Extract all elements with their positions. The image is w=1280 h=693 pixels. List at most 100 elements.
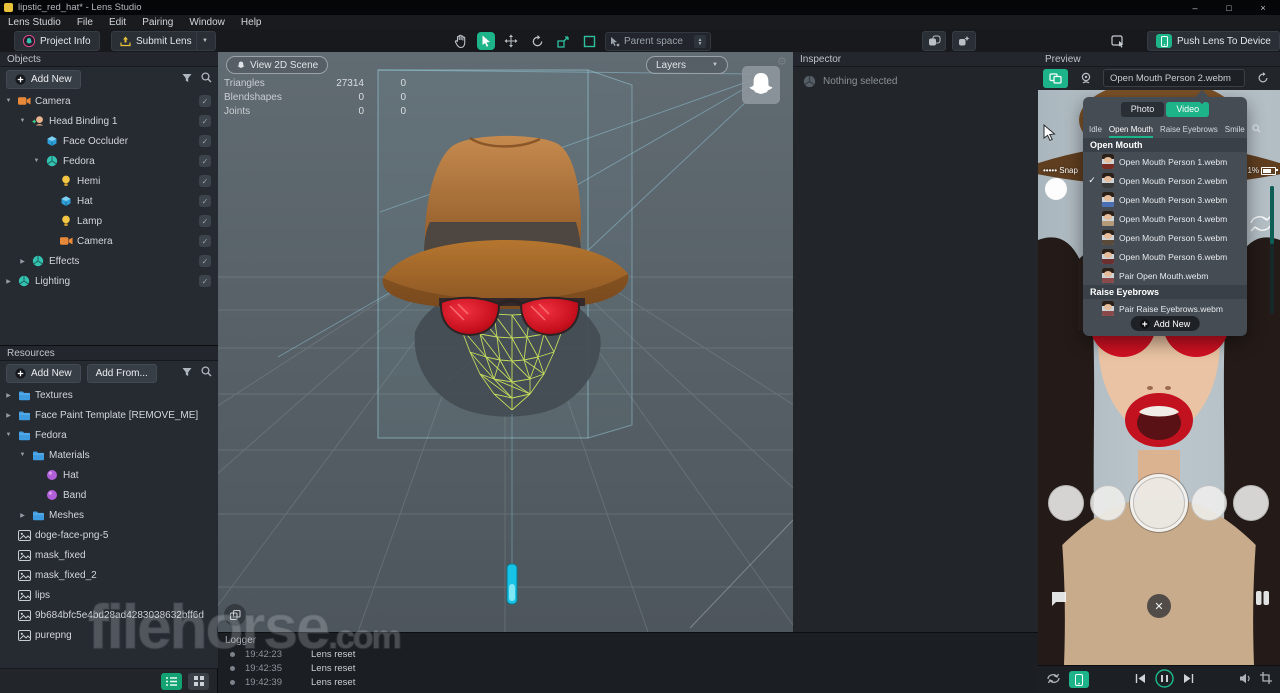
tree-item-9b684bfc5e4bd28ad4283038632bff6d[interactable]: 9b684bfc5e4bd28ad4283038632bff6d xyxy=(0,605,218,625)
category-tab-smile[interactable]: Smile xyxy=(1225,121,1245,138)
resources-add-from-button[interactable]: Add From... xyxy=(86,363,157,383)
tree-item-effects[interactable]: ▶ Effects ✓ xyxy=(0,251,218,271)
visibility-toggle[interactable]: ✓ xyxy=(199,215,211,227)
expand-arrow[interactable]: ▶ xyxy=(18,512,27,519)
source-item-open-mouth-person-2-webm[interactable]: ✓ Open Mouth Person 2.webm xyxy=(1083,171,1247,190)
tree-item-lighting[interactable]: ▶ Lighting ✓ xyxy=(0,271,218,291)
visibility-toggle[interactable]: ✓ xyxy=(199,255,211,267)
fit-crop-icon[interactable] xyxy=(1260,672,1272,687)
preview-scrollbar[interactable] xyxy=(1270,186,1274,314)
resources-add-new-button[interactable]: Add New xyxy=(6,363,81,383)
visibility-toggle[interactable]: ✓ xyxy=(199,275,211,287)
tree-item-hemi[interactable]: Hemi ✓ xyxy=(0,171,218,191)
expand-arrow[interactable]: ▼ xyxy=(4,432,13,438)
tree-item-band[interactable]: Band xyxy=(0,485,218,505)
tree-item-meshes[interactable]: ▶ Meshes xyxy=(0,505,218,525)
mode-tab-photo[interactable]: Photo xyxy=(1120,101,1165,117)
expand-arrow[interactable]: ▶ xyxy=(18,258,27,265)
tree-item-mask-fixed[interactable]: mask_fixed xyxy=(0,545,218,565)
capture-button[interactable] xyxy=(1133,477,1185,529)
parent-space-select[interactable]: Parent space ▲ ▼ xyxy=(605,32,711,51)
close-button[interactable]: × xyxy=(1246,0,1280,15)
submit-lens-button[interactable]: Submit Lens xyxy=(111,31,201,51)
preview-source-dropdown[interactable]: Open Mouth Person 2.webm xyxy=(1103,69,1245,87)
visibility-toggle[interactable]: ✓ xyxy=(199,95,211,107)
minimize-button[interactable]: – xyxy=(1178,0,1212,15)
device-preview-button[interactable] xyxy=(1069,671,1089,688)
grid-view-button[interactable] xyxy=(188,672,209,690)
category-tab-open-mouth[interactable]: Open Mouth xyxy=(1108,121,1153,138)
viewport-capture-button[interactable] xyxy=(224,604,246,626)
move-tool-icon[interactable] xyxy=(503,33,519,49)
instances-button[interactable] xyxy=(952,31,976,51)
list-view-button[interactable] xyxy=(161,672,182,690)
source-item-open-mouth-person-6-webm[interactable]: Open Mouth Person 6.webm xyxy=(1083,247,1247,266)
view-2d-scene-button[interactable]: View 2D Scene xyxy=(226,56,329,74)
lens-carousel-item[interactable] xyxy=(1233,485,1269,521)
source-item-open-mouth-person-4-webm[interactable]: Open Mouth Person 4.webm xyxy=(1083,209,1247,228)
menu-file[interactable]: File xyxy=(69,15,101,29)
reset-preview-button[interactable] xyxy=(1250,69,1275,88)
pause-button[interactable] xyxy=(1154,668,1174,691)
lens-carousel-item[interactable] xyxy=(1191,485,1227,521)
menu-help[interactable]: Help xyxy=(233,15,270,29)
tree-item-head-binding-1[interactable]: ▼ Head Binding 1 ✓ xyxy=(0,111,218,131)
tree-item-fedora[interactable]: ▼ Fedora xyxy=(0,425,218,445)
tree-item-mask-fixed-2[interactable]: mask_fixed_2 xyxy=(0,565,218,585)
menu-lens-studio[interactable]: Lens Studio xyxy=(0,15,69,29)
scale-tool-icon[interactable] xyxy=(555,33,571,49)
rotate-tool-icon[interactable] xyxy=(529,33,545,49)
tree-item-textures[interactable]: ▶ Textures xyxy=(0,385,218,405)
objects-add-new-button[interactable]: Add New xyxy=(6,69,81,89)
expand-arrow[interactable]: ▼ xyxy=(4,98,13,104)
expand-arrow[interactable]: ▶ xyxy=(4,278,13,285)
lens-carousel-item[interactable] xyxy=(1048,485,1084,521)
filter-icon[interactable] xyxy=(182,367,192,380)
skip-forward-button[interactable] xyxy=(1183,673,1194,687)
tree-item-materials[interactable]: ▼ Materials xyxy=(0,445,218,465)
skip-back-button[interactable] xyxy=(1135,673,1146,687)
mode-tab-video[interactable]: Video xyxy=(1166,101,1210,117)
project-info-button[interactable]: Project Info xyxy=(14,31,100,51)
source-item-open-mouth-person-3-webm[interactable]: Open Mouth Person 3.webm xyxy=(1083,190,1247,209)
pair-screens-button[interactable] xyxy=(1043,68,1068,88)
close-lens-button[interactable]: ✕ xyxy=(1147,594,1171,618)
menu-pairing[interactable]: Pairing xyxy=(134,15,181,29)
camera-flip-button[interactable] xyxy=(1046,672,1061,688)
pan-tool-icon[interactable] xyxy=(452,33,468,49)
visibility-toggle[interactable]: ✓ xyxy=(199,175,211,187)
tree-item-fedora[interactable]: ▼ Fedora ✓ xyxy=(0,151,218,171)
tree-item-hat[interactable]: Hat ✓ xyxy=(0,191,218,211)
visibility-toggle[interactable]: ✓ xyxy=(199,195,211,207)
expand-arrow[interactable]: ▼ xyxy=(32,158,41,164)
scene-viewport[interactable]: View 2D Scene Triangles 27314 0 Blendshapes… xyxy=(218,52,793,632)
submit-lens-dropdown[interactable]: ▼ xyxy=(196,31,216,51)
tree-item-face-paint-template-remove-me[interactable]: ▶ Face Paint Template [REMOVE_ME] xyxy=(0,405,218,425)
source-item-open-mouth-person-1-webm[interactable]: Open Mouth Person 1.webm xyxy=(1083,152,1247,171)
marquee-select-icon[interactable] xyxy=(1110,33,1126,49)
frame-tool-icon[interactable] xyxy=(581,33,597,49)
tree-item-purepng[interactable]: purepng xyxy=(0,625,218,645)
popup-add-new-button[interactable]: Add New xyxy=(1130,316,1200,331)
visibility-toggle[interactable]: ✓ xyxy=(199,235,211,247)
category-tab-raise-eyebrows[interactable]: Raise Eyebrows xyxy=(1160,121,1218,138)
popup-search-icon[interactable] xyxy=(1252,123,1261,136)
expand-arrow[interactable]: ▼ xyxy=(18,118,27,124)
select-tool-icon[interactable] xyxy=(477,32,495,50)
volume-icon[interactable] xyxy=(1239,673,1252,687)
chat-icon[interactable] xyxy=(1050,590,1068,610)
lens-carousel-item[interactable] xyxy=(1090,485,1126,521)
tree-item-hat[interactable]: Hat xyxy=(0,465,218,485)
push-lens-button[interactable]: Push Lens To Device xyxy=(1147,31,1280,51)
tree-item-lips[interactable]: lips xyxy=(0,585,218,605)
category-tab-idle[interactable]: Idle xyxy=(1089,121,1102,138)
tree-item-doge-face-png-5[interactable]: doge-face-png-5 xyxy=(0,525,218,545)
expand-arrow[interactable]: ▶ xyxy=(4,412,13,419)
menu-window[interactable]: Window xyxy=(181,15,233,29)
visibility-toggle[interactable]: ✓ xyxy=(199,115,211,127)
tree-item-camera[interactable]: Camera ✓ xyxy=(0,231,218,251)
expand-arrow[interactable]: ▶ xyxy=(4,392,13,399)
filter-icon[interactable] xyxy=(182,73,192,86)
menu-edit[interactable]: Edit xyxy=(101,15,134,29)
webcam-button[interactable] xyxy=(1073,69,1098,88)
